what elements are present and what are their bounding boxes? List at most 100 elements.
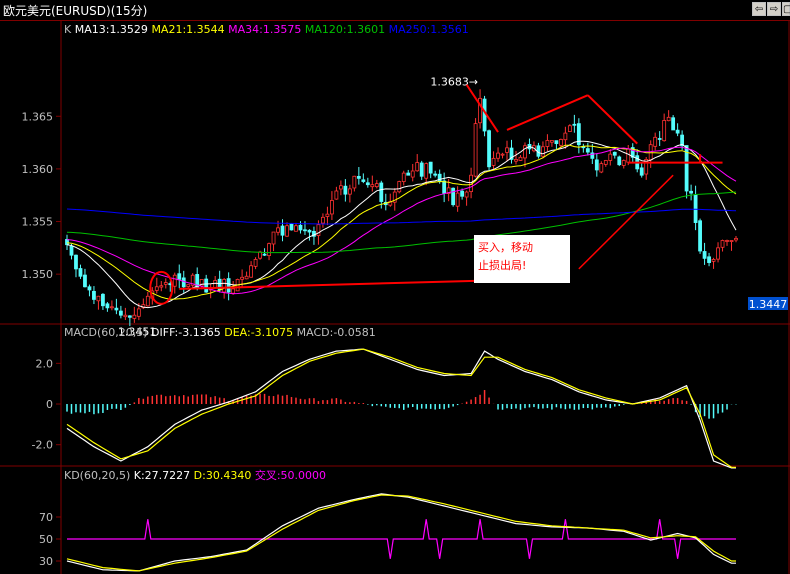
candle-body (280, 225, 285, 236)
candle-body (294, 225, 298, 232)
candle-body (186, 284, 191, 287)
candle-body (585, 148, 590, 153)
candle-body (545, 140, 550, 147)
cross-line (67, 519, 736, 559)
candle-body (653, 136, 658, 147)
candle-body (74, 254, 78, 270)
candle-body (406, 172, 411, 176)
candle-body (558, 139, 563, 146)
axis-ticks: 1.350 1.355 1.360 1.365 2.0 0 -2.0 70 50 30 (22, 110, 61, 568)
price-tick-label: 1.355 (22, 216, 54, 229)
trend-line (587, 94, 638, 145)
annotations: 买入，移动止损出局! (149, 84, 723, 305)
candle-body (541, 146, 545, 157)
kd-legend: KD(60,20,5) K:27.7227 D:30.4340 交叉:50.00… (64, 468, 326, 482)
candle-body (550, 140, 554, 143)
candle-body (451, 187, 456, 206)
candle-body (109, 306, 114, 309)
kd-k-line (66, 493, 736, 572)
window-title: 欧元美元(EURUSD)(15分) (3, 4, 148, 18)
candle-body (177, 273, 182, 280)
candle-body (729, 240, 734, 242)
macd-legend: MACD(60,20,5) DIFF:-3.1365 DEA:-3.1075 M… (64, 326, 376, 339)
candle-body (401, 172, 406, 182)
candle-body (213, 280, 218, 288)
candle-body (464, 191, 469, 198)
macd-pane (66, 348, 737, 469)
candle-body (356, 176, 361, 179)
candle-body (410, 170, 415, 178)
candle-body (621, 160, 626, 166)
candle-body (132, 314, 137, 319)
forward-button[interactable]: ⇨ (767, 2, 781, 16)
candle-body (617, 156, 622, 166)
kd-tick-label: 50 (39, 533, 53, 546)
candle-body (725, 240, 729, 242)
candle-body (487, 130, 491, 168)
candle-body (154, 286, 159, 291)
candle-body (379, 182, 384, 202)
legend-entry: MA34:1.3575 (228, 23, 305, 36)
legend-entry: K (64, 23, 75, 36)
candle-body (249, 265, 253, 278)
candle-body (599, 163, 604, 173)
legend-entry: K:27.7227 (134, 469, 194, 482)
candle-body (518, 156, 523, 161)
candle-body (118, 310, 123, 316)
candle-body (96, 295, 101, 302)
candle-body (639, 167, 644, 176)
candle-body (244, 275, 249, 280)
candle-body (347, 188, 352, 195)
legend-entry: MA13:1.3529 (75, 23, 152, 36)
candle-body (716, 247, 720, 260)
legend-entry: D:30.4340 (194, 469, 255, 482)
candle-body (145, 295, 150, 307)
back-button[interactable]: ⇦ (752, 2, 766, 16)
candle-body (428, 161, 433, 174)
candle-body (226, 278, 231, 293)
candle-body (500, 153, 505, 156)
candle-body (612, 151, 617, 156)
candle-body (657, 138, 662, 140)
legend-entry: MA21:1.3544 (151, 23, 228, 36)
chart-area: 1.350 1.355 1.360 1.365 2.0 0 -2.0 70 50 30 1.368… (0, 21, 790, 574)
candle-body (92, 290, 96, 300)
candle-body (338, 185, 343, 190)
candle-body (87, 286, 92, 291)
candle-body (433, 173, 438, 176)
candle-body (415, 162, 420, 172)
legend-entry: DEA:-3.1075 (224, 326, 296, 339)
legend-entry: 交叉:50.0000 (255, 468, 326, 482)
restore-button[interactable]: ▢ (782, 2, 790, 16)
candle-body (65, 239, 69, 246)
candle-body (563, 132, 568, 141)
candle-body (397, 181, 402, 193)
candle-body (78, 268, 83, 277)
candle-body (159, 285, 164, 288)
candle-body (343, 185, 348, 195)
candle-body (330, 200, 334, 215)
kd-tick-label: 30 (39, 555, 53, 568)
price-pane: 1.3683→1.34511.3447 (65, 76, 788, 339)
candle-body (374, 183, 379, 188)
candle-body (734, 237, 738, 241)
candle-body (460, 190, 465, 197)
candle-body (258, 251, 262, 259)
candle-body (69, 245, 74, 256)
candle-body (276, 227, 280, 233)
candle-body (648, 144, 653, 161)
candle-body (365, 182, 370, 186)
pointer-line (578, 174, 674, 270)
candle-body (603, 160, 608, 165)
candle-body (689, 190, 694, 194)
candle-body (361, 179, 366, 182)
legend-entry: KD(60,20,5) (64, 469, 134, 482)
candle-body (114, 307, 119, 311)
macd-tick-label: -2.0 (32, 439, 53, 452)
candle-body (325, 213, 330, 217)
candle-body (554, 140, 559, 145)
diff-line (66, 348, 736, 469)
candle-body (307, 229, 312, 233)
price-tick-label: 1.365 (22, 110, 54, 123)
annotation-text: 买入，移动 (478, 241, 533, 254)
